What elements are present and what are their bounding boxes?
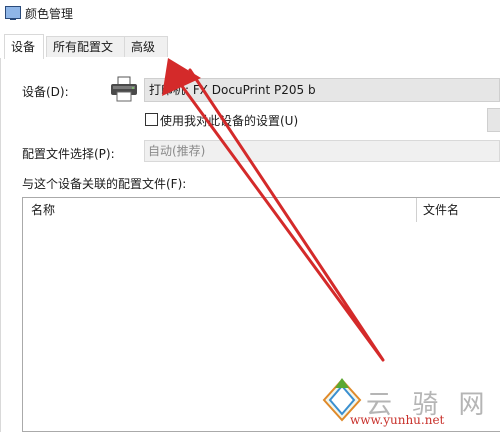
tab-strip: 设备 所有配置文件 高级 bbox=[0, 34, 500, 75]
list-header: 名称 文件名 bbox=[23, 198, 500, 222]
window-title: 颜色管理 bbox=[25, 7, 74, 21]
column-header-name[interactable]: 名称 bbox=[31, 198, 55, 222]
profile-select-label: 配置文件选择(P): bbox=[22, 147, 115, 161]
device-label: 设备(D): bbox=[22, 85, 69, 99]
printer-icon bbox=[111, 76, 137, 102]
device-dropdown[interactable]: 打印机: FX DocuPrint P205 b bbox=[144, 78, 500, 102]
watermark-url: www.yunhu.net bbox=[350, 413, 445, 427]
tab-devices[interactable]: 设备 bbox=[4, 34, 44, 59]
column-divider[interactable] bbox=[416, 198, 417, 222]
profile-select-dropdown[interactable]: 自动(推荐) bbox=[144, 140, 500, 162]
column-header-filename[interactable]: 文件名 bbox=[423, 198, 459, 222]
profiles-button[interactable] bbox=[487, 108, 500, 132]
use-settings-label[interactable]: 使用我对此设备的设置(U) bbox=[160, 112, 298, 129]
tab-all-profiles[interactable]: 所有配置文件 bbox=[46, 36, 125, 75]
associated-profiles-label: 与这个设备关联的配置文件(F): bbox=[22, 177, 187, 191]
use-settings-checkbox[interactable] bbox=[145, 113, 158, 126]
monitor-icon bbox=[5, 6, 21, 20]
tab-advanced[interactable]: 高级 bbox=[124, 36, 168, 57]
title-bar: 颜色管理 bbox=[0, 0, 500, 26]
